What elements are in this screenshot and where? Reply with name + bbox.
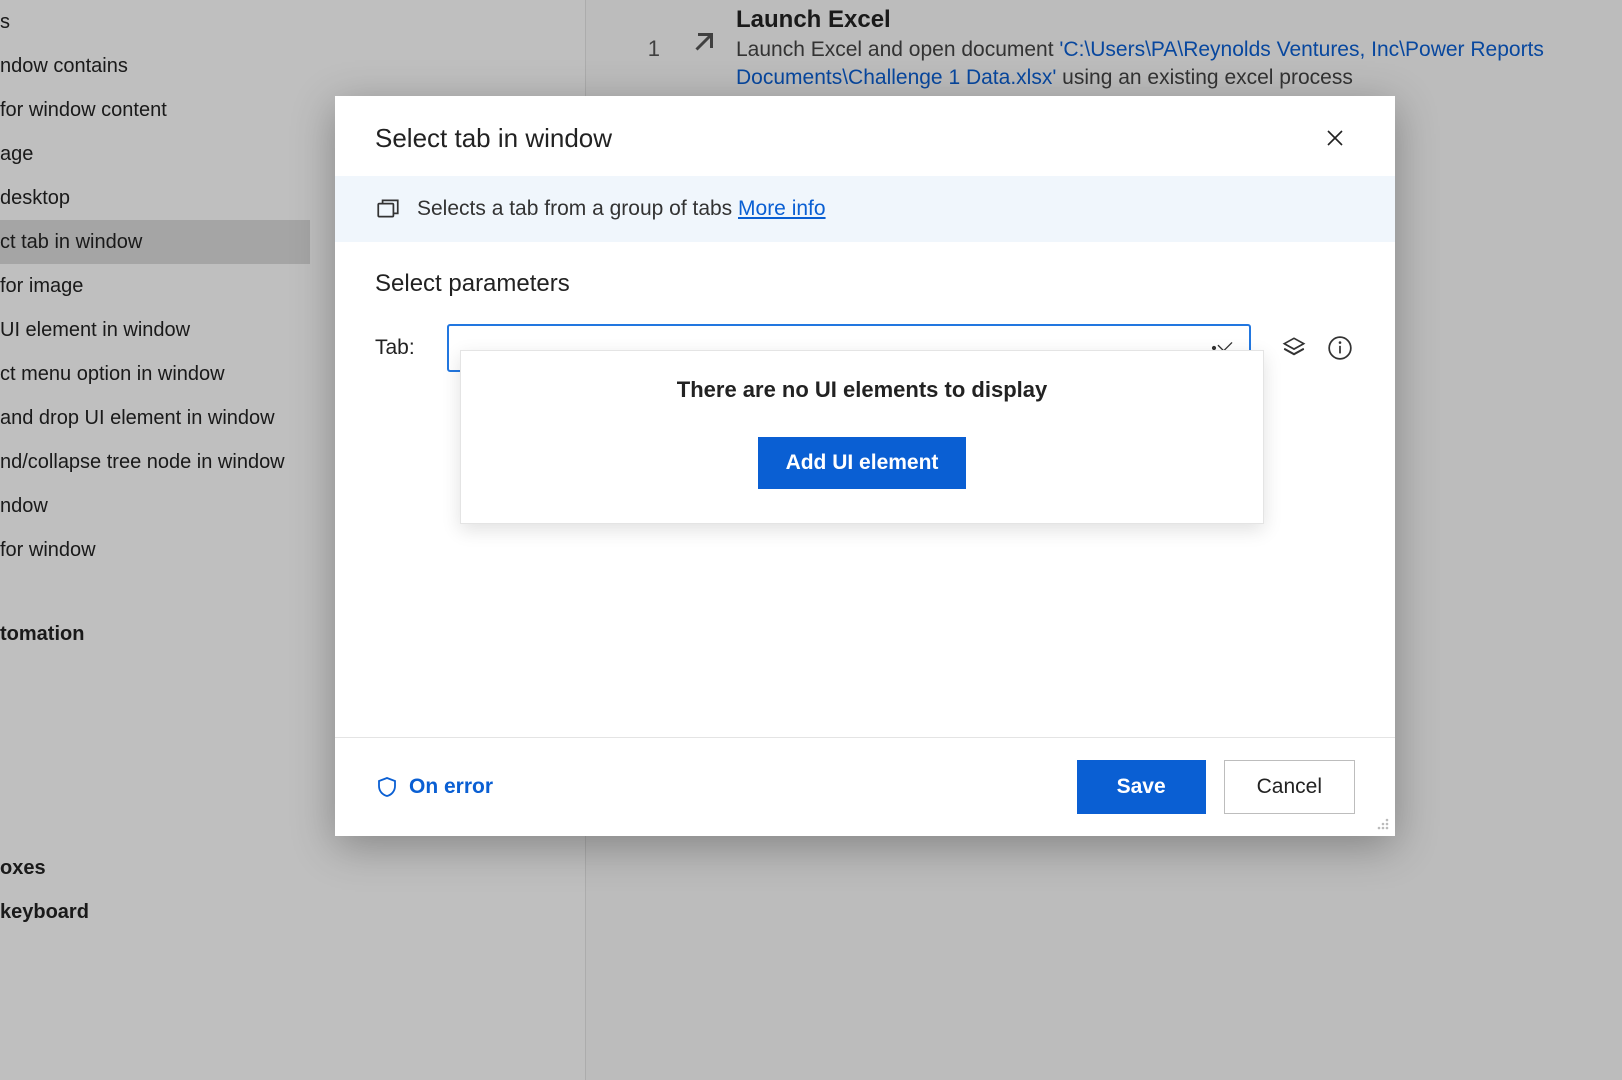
dialog-title: Select tab in window [375, 123, 612, 154]
sidebar-item[interactable]: ndow [0, 484, 310, 528]
param-label: Tab: [375, 336, 429, 360]
add-ui-element-button[interactable]: Add UI element [758, 437, 967, 489]
cancel-button[interactable]: Cancel [1224, 760, 1355, 814]
sidebar-item-select-tab[interactable]: ct tab in window [0, 220, 310, 264]
dialog-info-bar: Selects a tab from a group of tabs More … [335, 176, 1395, 242]
dialog-footer: On error Save Cancel [335, 737, 1395, 836]
resize-grip-icon[interactable] [1373, 814, 1391, 832]
sidebar-item[interactable]: age [0, 132, 310, 176]
sidebar-item[interactable]: ct menu option in window [0, 352, 310, 396]
info-icon[interactable] [1325, 333, 1355, 363]
sidebar-category[interactable]: oxes [0, 846, 310, 890]
sidebar-item[interactable]: desktop [0, 176, 310, 220]
tab-dropdown-panel: There are no UI elements to display Add … [460, 350, 1264, 524]
shield-icon [375, 775, 399, 799]
save-button[interactable]: Save [1077, 760, 1206, 814]
dialog-info-text: Selects a tab from a group of tabs [417, 197, 738, 220]
more-info-link[interactable]: More info [738, 197, 826, 220]
close-button[interactable] [1315, 118, 1355, 158]
sidebar-item[interactable]: ndow contains [0, 44, 310, 88]
dropdown-empty-text: There are no UI elements to display [461, 377, 1263, 403]
sidebar-category[interactable]: tomation [0, 612, 310, 656]
sidebar-item[interactable]: UI element in window [0, 308, 310, 352]
step-title: Launch Excel [736, 6, 1612, 34]
actions-sidebar: s ndow contains for window content age d… [0, 0, 310, 1080]
select-tab-dialog: Select tab in window Selects a tab from … [335, 96, 1395, 836]
dialog-body: Select parameters Tab: [335, 242, 1395, 737]
step-number: 1 [586, 6, 686, 62]
launch-arrow-icon [686, 6, 736, 60]
ui-element-picker-icon[interactable] [1279, 333, 1309, 363]
tabs-icon [375, 196, 401, 222]
step-description: Launch Excel and open document 'C:\Users… [736, 36, 1612, 92]
sidebar-item[interactable]: s [0, 0, 310, 44]
sidebar-item[interactable]: for image [0, 264, 310, 308]
sidebar-item[interactable]: for window [0, 528, 310, 572]
sidebar-item[interactable]: and drop UI element in window [0, 396, 310, 440]
section-title: Select parameters [375, 270, 1355, 298]
dialog-header: Select tab in window [335, 96, 1395, 176]
sidebar-category[interactable]: keyboard [0, 890, 310, 934]
sidebar-item[interactable]: nd/collapse tree node in window [0, 440, 310, 484]
on-error-button[interactable]: On error [375, 775, 493, 799]
on-error-label: On error [409, 775, 493, 799]
sidebar-item[interactable]: for window content [0, 88, 310, 132]
